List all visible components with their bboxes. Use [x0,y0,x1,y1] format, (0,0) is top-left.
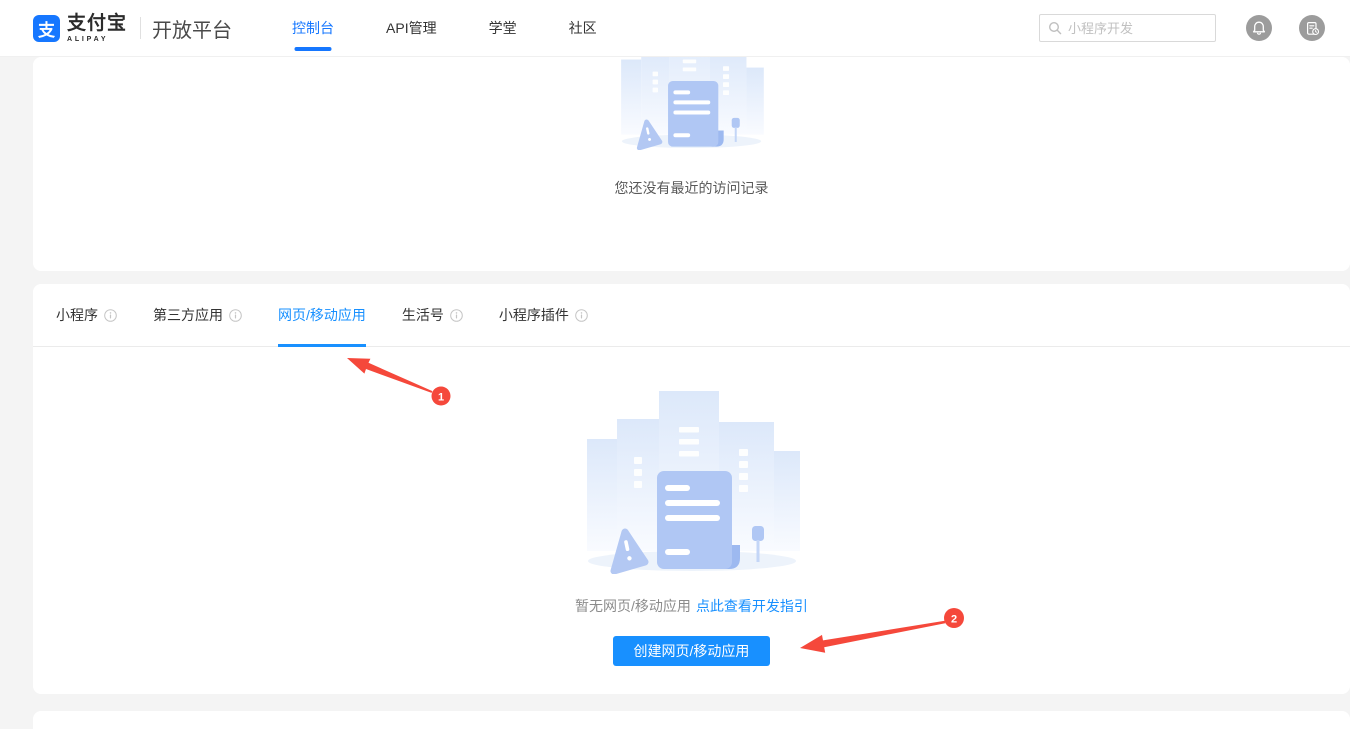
dev-guide-link[interactable]: 点此查看开发指引 [696,598,808,614]
bell-icon [1252,21,1266,36]
next-section-card [33,711,1350,729]
brand-name: 支付宝 [67,14,127,33]
create-web-mobile-app-button[interactable]: 创建网页/移动应用 [613,636,771,666]
apps-empty-text: 暂无网页/移动应用 [575,598,691,614]
recent-empty-illustration [619,57,764,150]
header-right [1039,14,1325,42]
tab-label: 小程序插件 [499,305,569,325]
recent-empty-text: 您还没有最近的访问记录 [615,178,769,198]
nav-item-academy[interactable]: 学堂 [489,0,517,56]
tab-label: 网页/移动应用 [278,305,366,325]
tab-lifestyle-account[interactable]: 生活号 [402,284,463,346]
worklist-button[interactable] [1299,15,1325,41]
info-icon[interactable] [104,309,117,322]
search-input[interactable] [1068,21,1207,36]
recent-visits-card: 您还没有最近的访问记录 [33,57,1350,271]
main-nav: 控制台 API管理 学堂 社区 [292,0,597,56]
empty-state-illustration [619,57,764,150]
nav-item-community[interactable]: 社区 [569,0,597,56]
apps-card: 小程序 第三方应用 网页/移动应用 生活号 [33,284,1350,694]
nav-item-api[interactable]: API管理 [386,0,437,56]
top-header: 支 支付宝 ALIPAY 开放平台 控制台 API管理 学堂 社区 [0,0,1350,57]
brand-divider [140,17,141,39]
alipay-logo[interactable]: 支 支付宝 ALIPAY 开放平台 [33,14,232,43]
brand-subname: ALIPAY [67,36,127,43]
apps-empty-illustration [584,389,800,574]
brand-text: 支付宝 ALIPAY [67,14,127,43]
tab-label: 生活号 [402,305,444,325]
info-icon[interactable] [450,309,463,322]
tab-web-mobile-app[interactable]: 网页/移动应用 [278,284,366,346]
search-icon [1048,21,1062,35]
tab-miniprogram-plugin[interactable]: 小程序插件 [499,284,588,346]
app-type-tabs: 小程序 第三方应用 网页/移动应用 生活号 [33,284,1350,347]
info-icon[interactable] [229,309,242,322]
tab-label: 第三方应用 [153,305,223,325]
platform-title: 开放平台 [152,14,232,43]
info-icon[interactable] [575,309,588,322]
tab-label: 小程序 [56,305,98,325]
notification-bell-button[interactable] [1246,15,1272,41]
tab-third-party-app[interactable]: 第三方应用 [153,284,242,346]
search-box [1039,14,1216,42]
apps-empty-line: 暂无网页/移动应用点此查看开发指引 [575,596,808,616]
nav-item-console[interactable]: 控制台 [292,0,334,56]
apps-card-body: 暂无网页/移动应用点此查看开发指引 创建网页/移动应用 [33,347,1350,666]
tab-miniprogram[interactable]: 小程序 [56,284,117,346]
alipay-logo-icon: 支 [33,15,60,42]
worklist-icon [1305,21,1320,36]
